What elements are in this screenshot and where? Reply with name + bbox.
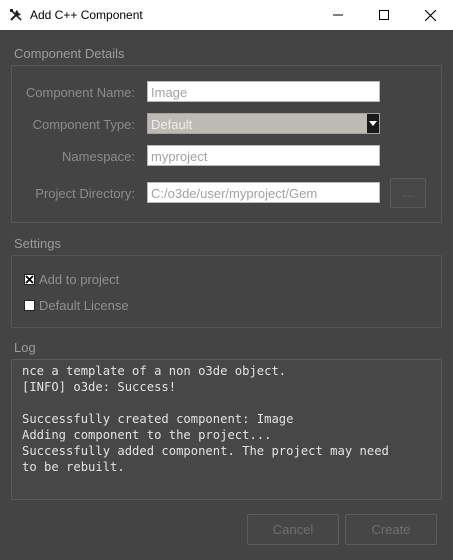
component-details-heading: Component Details: [14, 46, 125, 61]
component-type-select[interactable]: Default: [147, 113, 380, 134]
settings-heading: Settings: [14, 236, 61, 251]
log-line: nce a template of a non o3de object.: [22, 364, 287, 378]
close-button[interactable]: [407, 0, 453, 30]
log-line: to be rebuilt.: [22, 460, 125, 474]
maximize-icon: [379, 10, 389, 20]
default-license-option[interactable]: Default License: [24, 298, 129, 313]
component-name-input[interactable]: Image: [147, 81, 380, 102]
browse-button[interactable]: ...: [390, 178, 426, 208]
log-line: Successfully created component: Image: [22, 412, 294, 426]
add-to-project-checkbox[interactable]: [24, 274, 35, 285]
default-license-checkbox[interactable]: [24, 300, 35, 311]
title-bar: Add C++ Component: [0, 0, 453, 30]
log-line: [INFO] o3de: Success!: [22, 380, 177, 394]
close-icon: [424, 9, 436, 21]
add-to-project-option[interactable]: Add to project: [24, 272, 119, 287]
checkmark-icon: [25, 275, 34, 284]
log-output[interactable]: nce a template of a non o3de object. [IN…: [11, 359, 442, 500]
log-heading: Log: [14, 340, 36, 355]
component-type-label: Component Type:: [32, 117, 135, 132]
component-type-value: Default: [151, 117, 193, 132]
log-line: Successfully added component. The projec…: [22, 444, 389, 458]
project-directory-label: Project Directory:: [35, 186, 135, 201]
settings-group: [11, 255, 442, 328]
add-to-project-label: Add to project: [39, 272, 120, 287]
project-directory-input[interactable]: C:/o3de/user/myproject/Gem: [147, 182, 380, 203]
namespace-label: Namespace:: [62, 149, 135, 164]
minimize-button[interactable]: [315, 0, 361, 30]
component-name-label: Component Name:: [25, 85, 135, 100]
cancel-button[interactable]: Cancel: [247, 514, 339, 545]
log-line: Adding component to the project...: [22, 428, 272, 442]
dropdown-arrow-icon[interactable]: [367, 114, 379, 133]
window-title: Add C++ Component: [30, 8, 143, 22]
minimize-icon: [333, 14, 343, 16]
default-license-label: Default License: [39, 298, 129, 313]
namespace-input[interactable]: myproject: [147, 145, 380, 166]
maximize-button[interactable]: [361, 0, 407, 30]
create-button[interactable]: Create: [345, 514, 437, 545]
tools-icon: [8, 7, 24, 23]
